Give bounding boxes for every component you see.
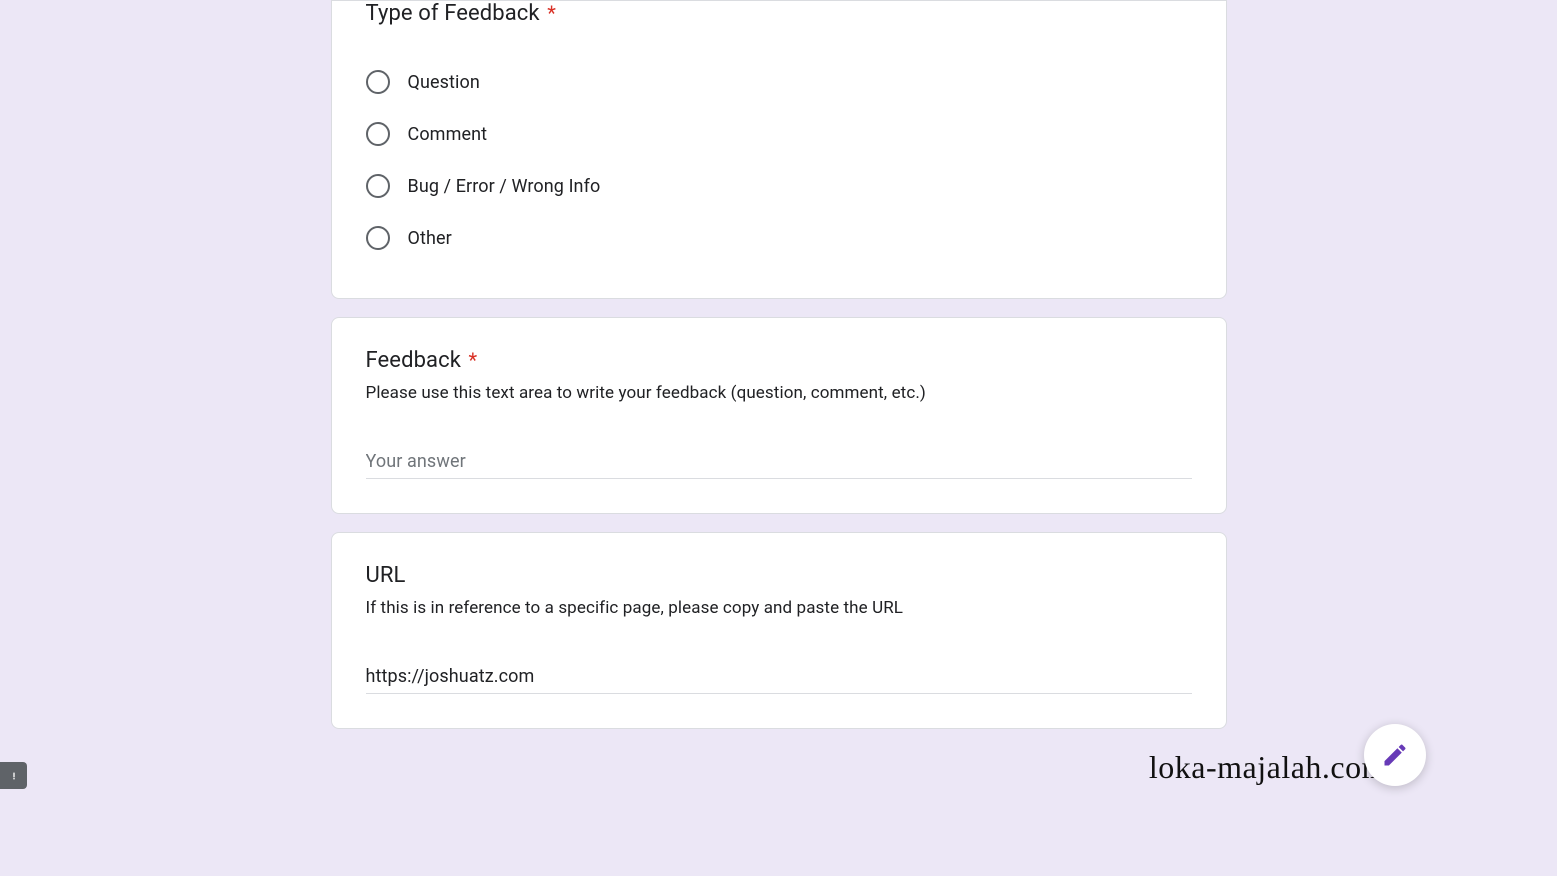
radio-option-comment[interactable]: Comment (366, 108, 1192, 160)
radio-option-other[interactable]: Other (366, 212, 1192, 264)
question-title: URL (366, 563, 1192, 588)
report-problem-button[interactable] (0, 762, 27, 789)
question-card-type-of-feedback: Type of Feedback * Question Comment Bug … (331, 0, 1227, 299)
question-title-text: Type of Feedback (366, 1, 540, 26)
radio-circle-icon (366, 226, 390, 250)
feedback-input[interactable] (366, 451, 1192, 472)
edit-form-button[interactable] (1364, 724, 1426, 786)
question-title: Feedback * (366, 348, 1192, 373)
radio-circle-icon (366, 174, 390, 198)
required-asterisk: * (547, 1, 556, 25)
question-title-text: Feedback (366, 348, 461, 373)
question-card-feedback: Feedback * Please use this text area to … (331, 317, 1227, 514)
watermark-text: loka-majalah.com (1149, 749, 1387, 786)
radio-label: Bug / Error / Wrong Info (408, 176, 601, 197)
pencil-icon (1381, 741, 1409, 769)
question-card-url: URL If this is in reference to a specifi… (331, 532, 1227, 729)
required-asterisk: * (469, 348, 478, 372)
radio-label: Comment (408, 124, 488, 145)
radio-circle-icon (366, 122, 390, 146)
radio-label: Other (408, 228, 452, 249)
question-title: Type of Feedback * (366, 1, 1192, 26)
text-input-wrapper (366, 451, 1192, 479)
radio-label: Question (408, 72, 480, 93)
url-input[interactable] (366, 666, 1192, 687)
question-description: If this is in reference to a specific pa… (366, 598, 1192, 618)
radio-option-bug[interactable]: Bug / Error / Wrong Info (366, 160, 1192, 212)
question-description: Please use this text area to write your … (366, 383, 1192, 403)
radio-circle-icon (366, 70, 390, 94)
alert-icon (6, 768, 22, 784)
text-input-wrapper (366, 666, 1192, 694)
question-title-text: URL (366, 563, 406, 588)
radio-option-question[interactable]: Question (366, 56, 1192, 108)
radio-group-type-of-feedback: Question Comment Bug / Error / Wrong Inf… (366, 56, 1192, 264)
